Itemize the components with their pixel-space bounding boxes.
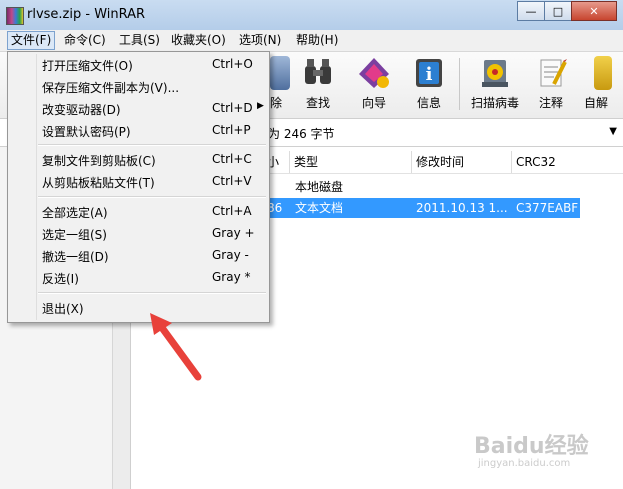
menu-file[interactable]: 文件(F): [7, 31, 56, 50]
window-controls: — □ ✕: [517, 1, 617, 21]
row-crc32: C377EABF: [516, 201, 579, 215]
column-header-type[interactable]: 类型: [289, 151, 412, 173]
window-title: rlvse.zip - WinRAR: [27, 7, 146, 22]
info-icon: i: [416, 59, 442, 87]
maximize-button[interactable]: □: [544, 1, 572, 21]
menu-item-label: 反选(I): [42, 272, 79, 286]
menu-item-change-drive[interactable]: 改变驱动器(D) Ctrl+D ▶: [10, 98, 266, 119]
minimize-button[interactable]: —: [517, 1, 545, 21]
title-bar: rlvse.zip - WinRAR — □ ✕: [0, 0, 623, 30]
toolbar-wizard-button[interactable]: 向导: [347, 54, 401, 114]
toolbar-info-label: 信息: [416, 96, 441, 110]
menu-item-shortcut: Ctrl+P: [212, 123, 251, 137]
menu-item-label: 打开压缩文件(O): [42, 59, 133, 73]
row-type: 文本文档: [295, 201, 344, 215]
toolbar-find-button[interactable]: 查找: [291, 54, 345, 114]
sfx-icon: [594, 56, 612, 90]
menu-item-shortcut: Ctrl+O: [212, 57, 253, 71]
watermark-logo: Baidu经验: [474, 434, 589, 459]
toolbar-sfx-label: 自解: [584, 96, 609, 110]
winrar-app-icon[interactable]: [6, 7, 24, 25]
table-row-selected[interactable]: 86 文本文档 2011.10.13 1... C377EABF: [262, 198, 580, 218]
toolbar-virus-scan-label: 扫描病毒: [470, 96, 519, 110]
menu-command[interactable]: 命令(C): [61, 32, 109, 49]
menu-bar: 文件(F) 命令(C) 工具(S) 收藏夹(O) 选项(N) 帮助(H): [0, 30, 623, 52]
menu-item-label: 改变驱动器(D): [42, 103, 121, 117]
file-menu-dropdown: 打开压缩文件(O) Ctrl+O 保存压缩文件副本为(V)... 改变驱动器(D…: [7, 51, 270, 323]
menu-item-set-password[interactable]: 设置默认密码(P) Ctrl+P: [10, 120, 266, 141]
virus-scan-icon: [482, 60, 508, 87]
svg-text:i: i: [426, 64, 433, 85]
menu-item-copy-to-clipboard[interactable]: 复制文件到剪贴板(C) Ctrl+C: [10, 149, 266, 170]
column-header-modified[interactable]: 修改时间: [411, 151, 512, 173]
menu-item-label: 退出(X): [42, 302, 84, 316]
path-bar-text: 为 246 字节: [268, 127, 335, 141]
row-modified: 2011.10.13 1...: [416, 201, 508, 215]
toolbar-separator: [459, 58, 460, 110]
menu-item-shortcut: Ctrl+V: [212, 174, 252, 188]
menu-item-label: 保存压缩文件副本为(V)...: [42, 81, 180, 95]
menu-help[interactable]: 帮助(H): [293, 32, 341, 49]
menu-favorites[interactable]: 收藏夹(O): [168, 32, 229, 49]
menu-item-paste-from-clipboard[interactable]: 从剪贴板粘贴文件(T) Ctrl+V: [10, 171, 266, 192]
menu-item-shortcut: Ctrl+A: [212, 204, 252, 218]
menu-item-select-group[interactable]: 选定一组(S) Gray +: [10, 223, 266, 244]
menu-item-shortcut: Ctrl+D: [212, 101, 253, 115]
submenu-arrow-icon: ▶: [257, 101, 264, 111]
toolbar-comment-label: 注释: [538, 96, 563, 110]
menu-item-exit[interactable]: 退出(X): [10, 297, 266, 318]
toolbar-sfx-button[interactable]: 自解: [580, 54, 623, 114]
toolbar-info-button[interactable]: i 信息: [402, 54, 456, 114]
menu-item-shortcut: Gray -: [212, 248, 249, 262]
comment-icon: [540, 59, 567, 87]
chevron-down-icon[interactable]: ▼: [609, 126, 617, 137]
toolbar-comment-button[interactable]: 注释: [524, 54, 578, 114]
menu-item-label: 撤选一组(D): [42, 250, 109, 264]
menu-item-invert-selection[interactable]: 反选(I) Gray *: [10, 267, 266, 288]
column-header-crc32[interactable]: CRC32: [511, 151, 606, 173]
menu-separator: [38, 144, 266, 146]
menu-item-label: 全部选定(A): [42, 206, 108, 220]
menu-item-deselect-group[interactable]: 撤选一组(D) Gray -: [10, 245, 266, 266]
toolbar-virus-scan-button[interactable]: 扫描病毒: [466, 54, 524, 114]
toolbar-find-label: 查找: [305, 96, 330, 110]
annotation-arrow-icon: [150, 313, 202, 381]
menu-item-shortcut: Gray +: [212, 226, 255, 240]
toolbar-delete-label: 除: [270, 96, 283, 110]
close-button[interactable]: ✕: [571, 1, 617, 21]
watermark-url: jingyan.baidu.com: [478, 458, 571, 469]
menu-item-label: 选定一组(S): [42, 228, 107, 242]
wizard-icon: [359, 58, 389, 88]
delete-icon: [270, 56, 290, 90]
toolbar-wizard-label: 向导: [361, 96, 386, 110]
menu-item-shortcut: Ctrl+C: [212, 152, 252, 166]
menu-item-label: 复制文件到剪贴板(C): [42, 154, 156, 168]
menu-options[interactable]: 选项(N): [236, 32, 284, 49]
menu-item-save-copy[interactable]: 保存压缩文件副本为(V)...: [10, 76, 266, 97]
menu-separator: [38, 292, 266, 294]
menu-item-select-all[interactable]: 全部选定(A) Ctrl+A: [10, 201, 266, 222]
menu-separator: [38, 196, 266, 198]
menu-item-open-archive[interactable]: 打开压缩文件(O) Ctrl+O: [10, 54, 266, 75]
find-icon: [305, 59, 331, 84]
menu-item-label: 从剪贴板粘贴文件(T): [42, 176, 155, 190]
row-type: 本地磁盘: [295, 180, 344, 194]
menu-item-shortcut: Gray *: [212, 270, 251, 284]
menu-tools[interactable]: 工具(S): [116, 32, 163, 49]
menu-item-label: 设置默认密码(P): [42, 125, 131, 139]
